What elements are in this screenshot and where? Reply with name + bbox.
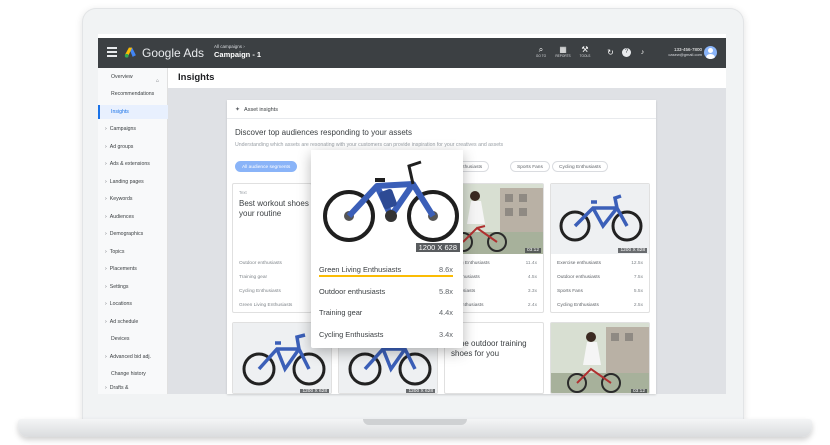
sidebar-item-keywords[interactable]: Keywords — [98, 192, 168, 206]
google-ads-logo-icon — [124, 47, 136, 58]
refresh-icon[interactable]: ↻ — [606, 48, 615, 57]
bike-photo-icon — [323, 160, 459, 242]
top-app-bar: Google Ads All campaigns › Campaign - 1 … — [98, 38, 726, 68]
tools-icon: ⚒ — [581, 45, 589, 54]
size-badge: 1200 X 628 — [300, 389, 329, 394]
sidebar-item-overview[interactable]: Overview ⌂ — [98, 70, 168, 84]
list-item: Sports Fans 5.5x — [557, 289, 643, 294]
list-item: Cycling Enthusiasts — [239, 289, 281, 294]
sparkle-icon: ✦ — [235, 107, 241, 113]
list-item: Cycling Enthusiasts 2.5x — [557, 303, 643, 308]
list-item: Living Enthusiasts 11.4x — [451, 261, 537, 266]
text-asset-content: Best workout shoes for your routine — [239, 199, 311, 218]
campaign-breadcrumb: All campaigns › — [214, 44, 245, 49]
sidebar-item-ad-schedule[interactable]: Ad schedule — [98, 315, 168, 329]
sidebar-item-campaigns[interactable]: Campaigns — [98, 122, 168, 136]
page-title: Insights — [178, 72, 215, 83]
bike-photo-icon — [559, 194, 643, 242]
panel-divider — [227, 118, 656, 119]
sidebar-item-devices[interactable]: Devices — [98, 332, 168, 346]
list-item: ree enthusiasts 2.4x — [451, 303, 537, 308]
brand-name: Google Ads — [142, 46, 205, 60]
cyclist-photo-icon — [551, 323, 649, 393]
sidebar-item-ads-extensions[interactable]: Ads & extensions — [98, 157, 168, 171]
audience-row: Outdoor enthusiasts 5.8x — [319, 287, 453, 296]
size-badge: 1200 X 628 — [406, 389, 435, 394]
reports-button[interactable]: ▦ REPORTS — [554, 45, 572, 58]
sidebar-item-recommendations[interactable]: Recommendations — [98, 87, 168, 101]
laptop-base — [18, 419, 812, 437]
asset-detail-popup: 1200 X 628 Green Living Enthusiasts 8.6x … — [311, 150, 463, 348]
sidebar-item-topics[interactable]: Topics — [98, 245, 168, 259]
sidebar-item-settings[interactable]: Settings — [98, 280, 168, 294]
sidebar-item-demographics[interactable]: Demographics — [98, 227, 168, 241]
account-info[interactable]: 133-456-7800 casew@gmail.com — [660, 47, 702, 57]
panel-header: ✦ Asset insights — [235, 107, 278, 113]
sidebar-item-locations[interactable]: Locations — [98, 297, 168, 311]
bike-image: 1200 X 628 — [311, 150, 463, 254]
sidebar-item-advanced-bid[interactable]: Advanced bid adj. — [98, 350, 168, 364]
list-item: Outdoor enthusiasts — [239, 261, 282, 266]
asset-type-label: Text — [239, 190, 247, 195]
search-icon: ⌕ — [538, 45, 544, 54]
sidebar-item-ad-groups[interactable]: Ad groups — [98, 140, 168, 154]
discover-subtitle: Understanding which assets are resonatin… — [235, 142, 504, 148]
home-icon: ⌂ — [156, 78, 160, 84]
bike-image: 1200 X 628 — [551, 184, 649, 254]
chip-cycling-enthusiasts[interactable]: Cycling Enthusiasts — [552, 161, 608, 172]
sidebar-item-drafts[interactable]: Drafts & — [98, 381, 168, 394]
list-item: enthusiasts 3.3x — [451, 289, 537, 294]
video-asset-card[interactable]: 03:12 — [550, 322, 650, 394]
tools-button[interactable]: ⚒ TOOLS — [576, 45, 594, 58]
chip-sports-fans[interactable]: Sports Fans — [510, 161, 550, 172]
notifications-icon[interactable]: ♪ — [638, 48, 647, 57]
sidebar-item-placements[interactable]: Placements — [98, 262, 168, 276]
help-icon[interactable]: ? — [622, 48, 631, 57]
list-item: Outdoor enthusiasts 7.5x — [557, 275, 643, 280]
audience-row: Cycling Enthusiasts 3.4x — [319, 330, 453, 339]
audience-row-top: Green Living Enthusiasts 8.6x — [319, 263, 453, 277]
sidebar-item-change-history[interactable]: Change history — [98, 367, 168, 381]
list-item: g Enthusiasts 4.5x — [451, 275, 537, 280]
cyclist-image: 03:12 — [551, 323, 649, 394]
size-badge: 1200 X 628 — [618, 248, 647, 253]
duration-badge: 03:12 — [630, 389, 647, 394]
sidebar-item-audiences[interactable]: Audiences — [98, 210, 168, 224]
campaign-selector[interactable]: All campaigns › Campaign - 1 — [214, 44, 261, 59]
sidebar-nav: Overview ⌂ Recommendations Insights Camp… — [98, 68, 168, 394]
discover-title: Discover top audiences responding to you… — [235, 128, 412, 137]
laptop-notch — [363, 419, 467, 425]
audience-row: Training gear 4.4x — [319, 308, 453, 317]
list-item: Exercise enthusiasts 12.5x — [557, 261, 643, 266]
sidebar-item-insights[interactable]: Insights — [98, 105, 168, 119]
text-asset-card[interactable]: Text Best workout shoes for your routine… — [232, 183, 312, 313]
reports-icon: ▦ — [559, 45, 567, 54]
text-asset-content: d the outdoor training shoes for you — [451, 339, 527, 358]
goto-button[interactable]: ⌕ GO TO — [532, 45, 550, 58]
size-badge: 1200 X 628 — [415, 243, 460, 252]
campaign-name: Campaign - 1 — [214, 50, 262, 59]
chip-all-audience-segments[interactable]: All audience segments — [235, 161, 298, 172]
avatar[interactable] — [704, 46, 717, 59]
duration-badge: 03:12 — [524, 248, 541, 253]
list-item: Training gear — [239, 275, 268, 280]
image-asset-card[interactable]: 1200 X 628 Exercise enthusiasts 12.5x Out… — [550, 183, 650, 313]
list-item: Green Living Enthusiasts — [239, 303, 293, 308]
sidebar-item-landing-pages[interactable]: Landing pages — [98, 175, 168, 189]
menu-icon[interactable] — [107, 47, 117, 57]
